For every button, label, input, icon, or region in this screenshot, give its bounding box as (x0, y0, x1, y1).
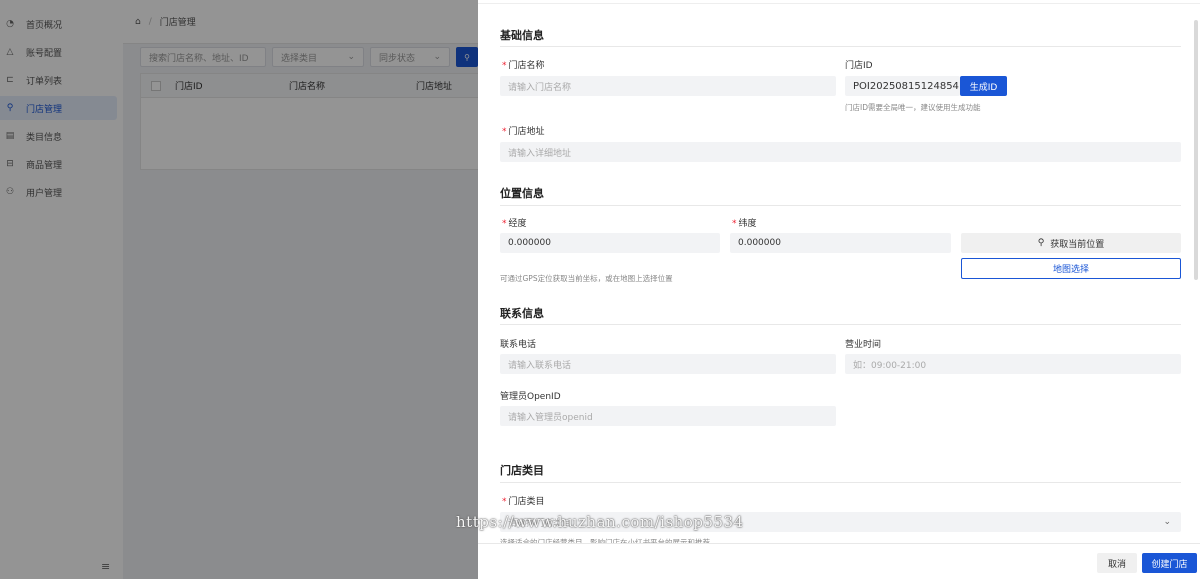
modal-overlay[interactable] (0, 0, 478, 579)
latitude-input[interactable]: 0.000000 (730, 233, 951, 253)
phone-input[interactable]: 请输入联系电话 (500, 354, 836, 374)
divider (500, 46, 1181, 47)
address-label: * 门店地址 (502, 127, 545, 137)
business-hours-label: 营业时间 (845, 340, 882, 350)
scrollbar[interactable] (1194, 20, 1198, 280)
get-current-location-button[interactable]: ⚲ 获取当前位置 (961, 233, 1181, 253)
longitude-label: * 经度 (502, 219, 527, 229)
longitude-input[interactable]: 0.000000 (500, 233, 720, 253)
section-title-contact: 联系信息 (500, 307, 544, 320)
divider (500, 324, 1181, 325)
store-id-input[interactable]: POI2025081512485410 (845, 76, 972, 96)
openid-input[interactable]: 请输入管理员openid (500, 406, 836, 426)
address-placeholder: 请输入详细地址 (508, 148, 572, 159)
section-title-category: 门店类目 (500, 464, 544, 477)
openid-label: 管理员OpenID (500, 392, 561, 402)
chevron-down-icon: ⌄ (1163, 517, 1171, 527)
store-id-value: POI2025081512485410 (853, 80, 972, 92)
divider (500, 482, 1181, 483)
business-hours-input[interactable]: 如：09:00-21:00 (845, 354, 1181, 374)
divider (500, 205, 1181, 206)
store-name-placeholder: 请输入门店名称 (508, 82, 572, 93)
phone-placeholder: 请输入联系电话 (508, 360, 572, 371)
create-store-button[interactable]: 创建门店 (1142, 553, 1197, 573)
create-store-label: 创建门店 (1151, 559, 1188, 570)
phone-label: 联系电话 (500, 340, 537, 350)
business-hours-placeholder: 如：09:00-21:00 (853, 360, 927, 371)
generate-id-button[interactable]: 生成ID (960, 76, 1007, 96)
latitude-label: * 纬度 (732, 219, 757, 229)
store-id-label: 门店ID (845, 61, 873, 71)
cancel-button[interactable]: 取消 (1097, 553, 1137, 573)
section-title-location: 位置信息 (500, 187, 544, 200)
cancel-label: 取消 (1107, 559, 1126, 570)
openid-placeholder: 请输入管理员openid (508, 412, 593, 423)
map-select-label: 地图选择 (1052, 265, 1089, 275)
drawer-top-border (478, 0, 1200, 4)
category-label: * 门店类目 (502, 497, 545, 507)
drawer-footer: 取消 创建门店 (478, 543, 1200, 579)
location-hint: 可通过GPS定位获取当前坐标，或在地图上选择位置 (500, 274, 673, 283)
map-select-button[interactable]: 地图选择 (961, 258, 1181, 279)
store-name-input[interactable]: 请输入门店名称 (500, 76, 836, 96)
location-pin-icon: ⚲ (1037, 238, 1045, 248)
longitude-value: 0.000000 (508, 238, 551, 248)
get-location-label: 获取当前位置 (1050, 239, 1105, 250)
section-title-basic: 基础信息 (500, 29, 544, 42)
address-input[interactable]: 请输入详细地址 (500, 142, 1181, 162)
create-store-drawer: 基础信息 * 门店名称 请输入门店名称 门店ID POI2025081512485… (456, 0, 1200, 579)
store-id-hint: 门店ID需要全局唯一，建议使用生成功能 (845, 103, 981, 112)
store-name-label: * 门店名称 (502, 61, 545, 71)
latitude-value: 0.000000 (738, 238, 781, 248)
generate-id-label: 生成ID (969, 82, 998, 93)
watermark: https://www.huzhan.com/ishop5534 (456, 513, 744, 531)
